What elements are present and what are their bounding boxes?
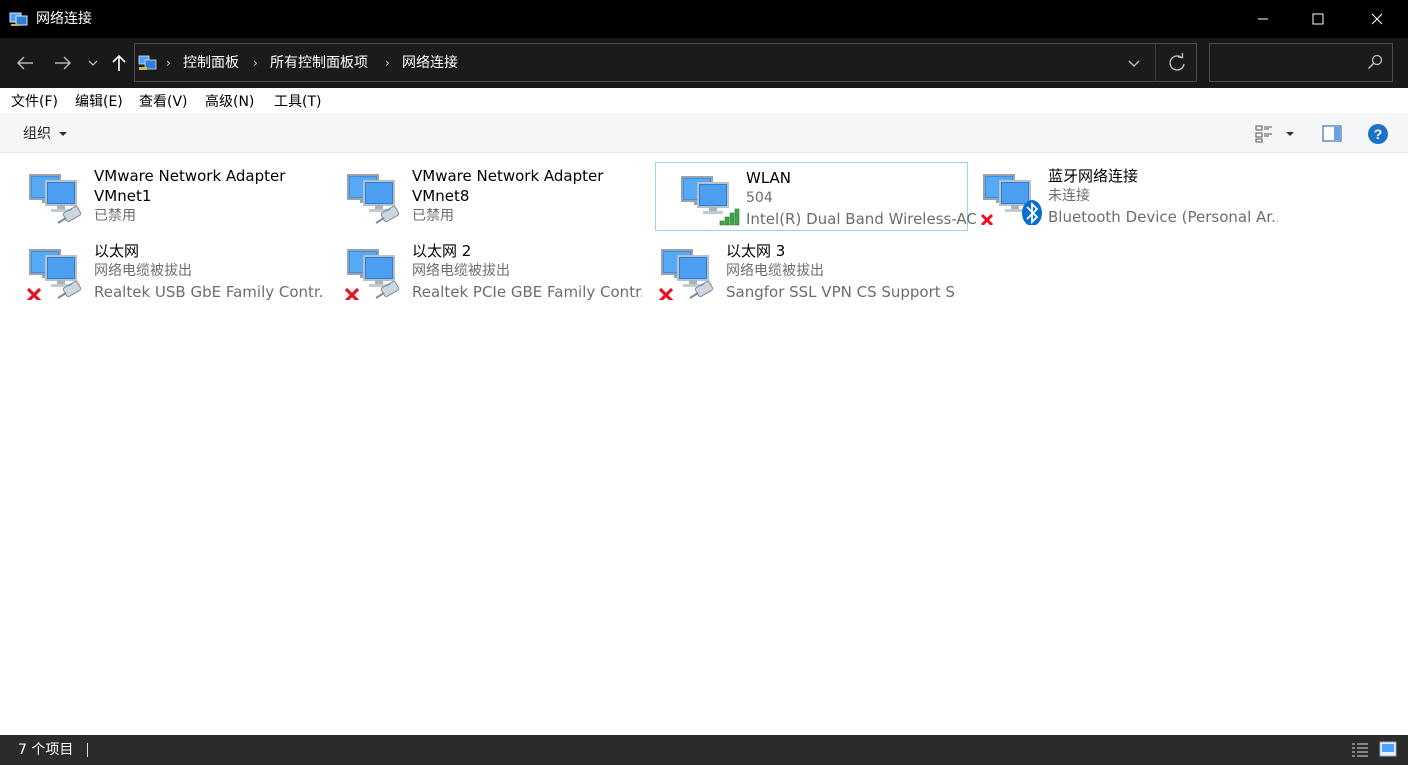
- connection-device: Sangfor SSL VPN CS Support S...: [726, 283, 956, 301]
- title-bar: 网络连接: [0, 0, 1408, 38]
- close-button[interactable]: [1350, 0, 1404, 38]
- network-folder-icon: [9, 12, 28, 26]
- breadcrumb-all-items[interactable]: 所有控制面板项: [270, 54, 368, 72]
- menu-advanced[interactable]: 高级(N): [205, 93, 254, 111]
- network-adapter-icon: [29, 174, 82, 224]
- organize-button[interactable]: 组织: [23, 125, 51, 143]
- command-bar: 组织 ?: [0, 115, 1408, 153]
- item-count: 7 个项目: [18, 742, 74, 758]
- breadcrumb-control-panel[interactable]: 控制面板: [183, 54, 239, 72]
- minimize-icon: [1258, 18, 1268, 20]
- connection-device: Bluetooth Device (Personal Ar...: [1048, 208, 1278, 226]
- breadcrumb-separator: ›: [385, 56, 390, 70]
- caret-down-icon[interactable]: [59, 132, 67, 136]
- up-arrow-icon: [112, 54, 126, 71]
- network-adapter-icon: [347, 174, 400, 224]
- connection-status: 网络电缆被拔出: [726, 263, 824, 279]
- recent-locations-button[interactable]: [82, 51, 104, 75]
- view-options-caret-icon[interactable]: [1286, 132, 1294, 136]
- menu-edit[interactable]: 编辑(E): [75, 93, 123, 111]
- connection-status: 已禁用: [94, 208, 136, 224]
- change-view-icon[interactable]: [1255, 124, 1275, 144]
- network-adapter-icon: [344, 249, 400, 300]
- breadcrumb-separator: ›: [166, 56, 171, 70]
- search-input[interactable]: [1209, 43, 1393, 82]
- forward-button[interactable]: [50, 51, 76, 75]
- up-button[interactable]: [106, 51, 132, 75]
- preview-pane-icon[interactable]: [1322, 125, 1342, 142]
- help-icon[interactable]: ?: [1367, 123, 1389, 145]
- address-bar[interactable]: › 控制面板 › 所有控制面板项 › 网络连接: [134, 43, 1197, 82]
- connection-status: 网络电缆被拔出: [412, 263, 510, 279]
- breadcrumb-separator: ›: [253, 56, 258, 70]
- network-adapter-icon: [980, 174, 1042, 225]
- close-icon: [1371, 13, 1383, 25]
- connections-view: VMware Network Adapter VMnet1 已禁用 VMware N…: [0, 153, 1408, 735]
- network-adapter-icon: [658, 249, 714, 300]
- maximize-icon: [1312, 13, 1324, 25]
- menu-tools[interactable]: 工具(T): [274, 93, 321, 111]
- connection-item[interactable]: 以太网网络电缆被拔出 Realtek USB GbE Family Contr..…: [4, 236, 324, 305]
- window-title: 网络连接: [36, 11, 92, 27]
- connection-status: 未连接: [1048, 188, 1090, 204]
- forward-arrow-icon: [55, 56, 71, 70]
- network-adapter-icon: [681, 176, 740, 226]
- breadcrumb-network-connections[interactable]: 网络连接: [402, 54, 458, 72]
- connection-name: WLAN: [746, 169, 792, 187]
- connection-name: 以太网 2: [412, 242, 472, 260]
- connection-device: Intel(R) Dual Band Wireless-AC...: [746, 210, 976, 228]
- connection-device: Realtek PCIe GBE Family Contr...: [412, 283, 642, 301]
- control-panel-icon: [138, 55, 157, 70]
- address-dropdown-icon[interactable]: [1124, 54, 1144, 72]
- large-icons-view-icon[interactable]: [1379, 741, 1397, 757]
- divider: [1155, 44, 1156, 81]
- connection-item[interactable]: VMware Network Adapter VMnet1 已禁用: [4, 161, 317, 230]
- connection-name: VMware Network Adapter VMnet1: [94, 167, 286, 205]
- connection-item[interactable]: 以太网 2 网络电缆被拔出 Realtek PCIe GBE Family Cont…: [322, 236, 642, 305]
- connection-name: 蓝牙网络连接: [1048, 167, 1139, 185]
- menu-file[interactable]: 文件(F): [11, 93, 58, 111]
- connection-name: 以太网 3: [726, 242, 786, 260]
- back-button[interactable]: [12, 51, 38, 75]
- minimize-button[interactable]: [1236, 0, 1290, 38]
- navigation-bar: › 控制面板 › 所有控制面板项 › 网络连接: [0, 38, 1408, 88]
- svg-text:?: ?: [1374, 126, 1383, 142]
- connection-status: 已禁用: [412, 208, 454, 224]
- menu-view[interactable]: 查看(V): [139, 93, 188, 111]
- chevron-down-icon: [88, 60, 98, 66]
- details-view-icon[interactable]: [1351, 741, 1369, 757]
- connection-item[interactable]: WLAN 504 Intel(R) Dual Band Wireless-AC...: [655, 162, 976, 231]
- search-icon: [1367, 54, 1383, 70]
- connection-item[interactable]: 蓝牙网络连接 未连接 Bluetooth Device (Personal Ar..…: [958, 161, 1278, 230]
- network-adapter-icon: [26, 249, 82, 300]
- back-arrow-icon: [17, 56, 33, 70]
- menu-bar: 文件(F) 编辑(E) 查看(V) 高级(N) 工具(T): [0, 88, 1408, 115]
- connection-status: 网络电缆被拔出: [94, 263, 192, 279]
- connection-device: Realtek USB GbE Family Contr...: [94, 283, 324, 301]
- maximize-button[interactable]: [1291, 0, 1345, 38]
- connection-name: VMware Network Adapter VMnet8: [412, 167, 604, 205]
- divider: [87, 743, 88, 757]
- connection-item[interactable]: VMware Network Adapter VMnet8 已禁用: [322, 161, 635, 230]
- connection-status: 504: [746, 190, 773, 206]
- connection-name: 以太网: [94, 242, 140, 260]
- connection-item[interactable]: 以太网 3 网络电缆被拔出 Sangfor SSL VPN CS Support S…: [640, 236, 956, 305]
- refresh-icon[interactable]: [1165, 52, 1189, 74]
- status-bar: 7 个项目: [0, 735, 1408, 765]
